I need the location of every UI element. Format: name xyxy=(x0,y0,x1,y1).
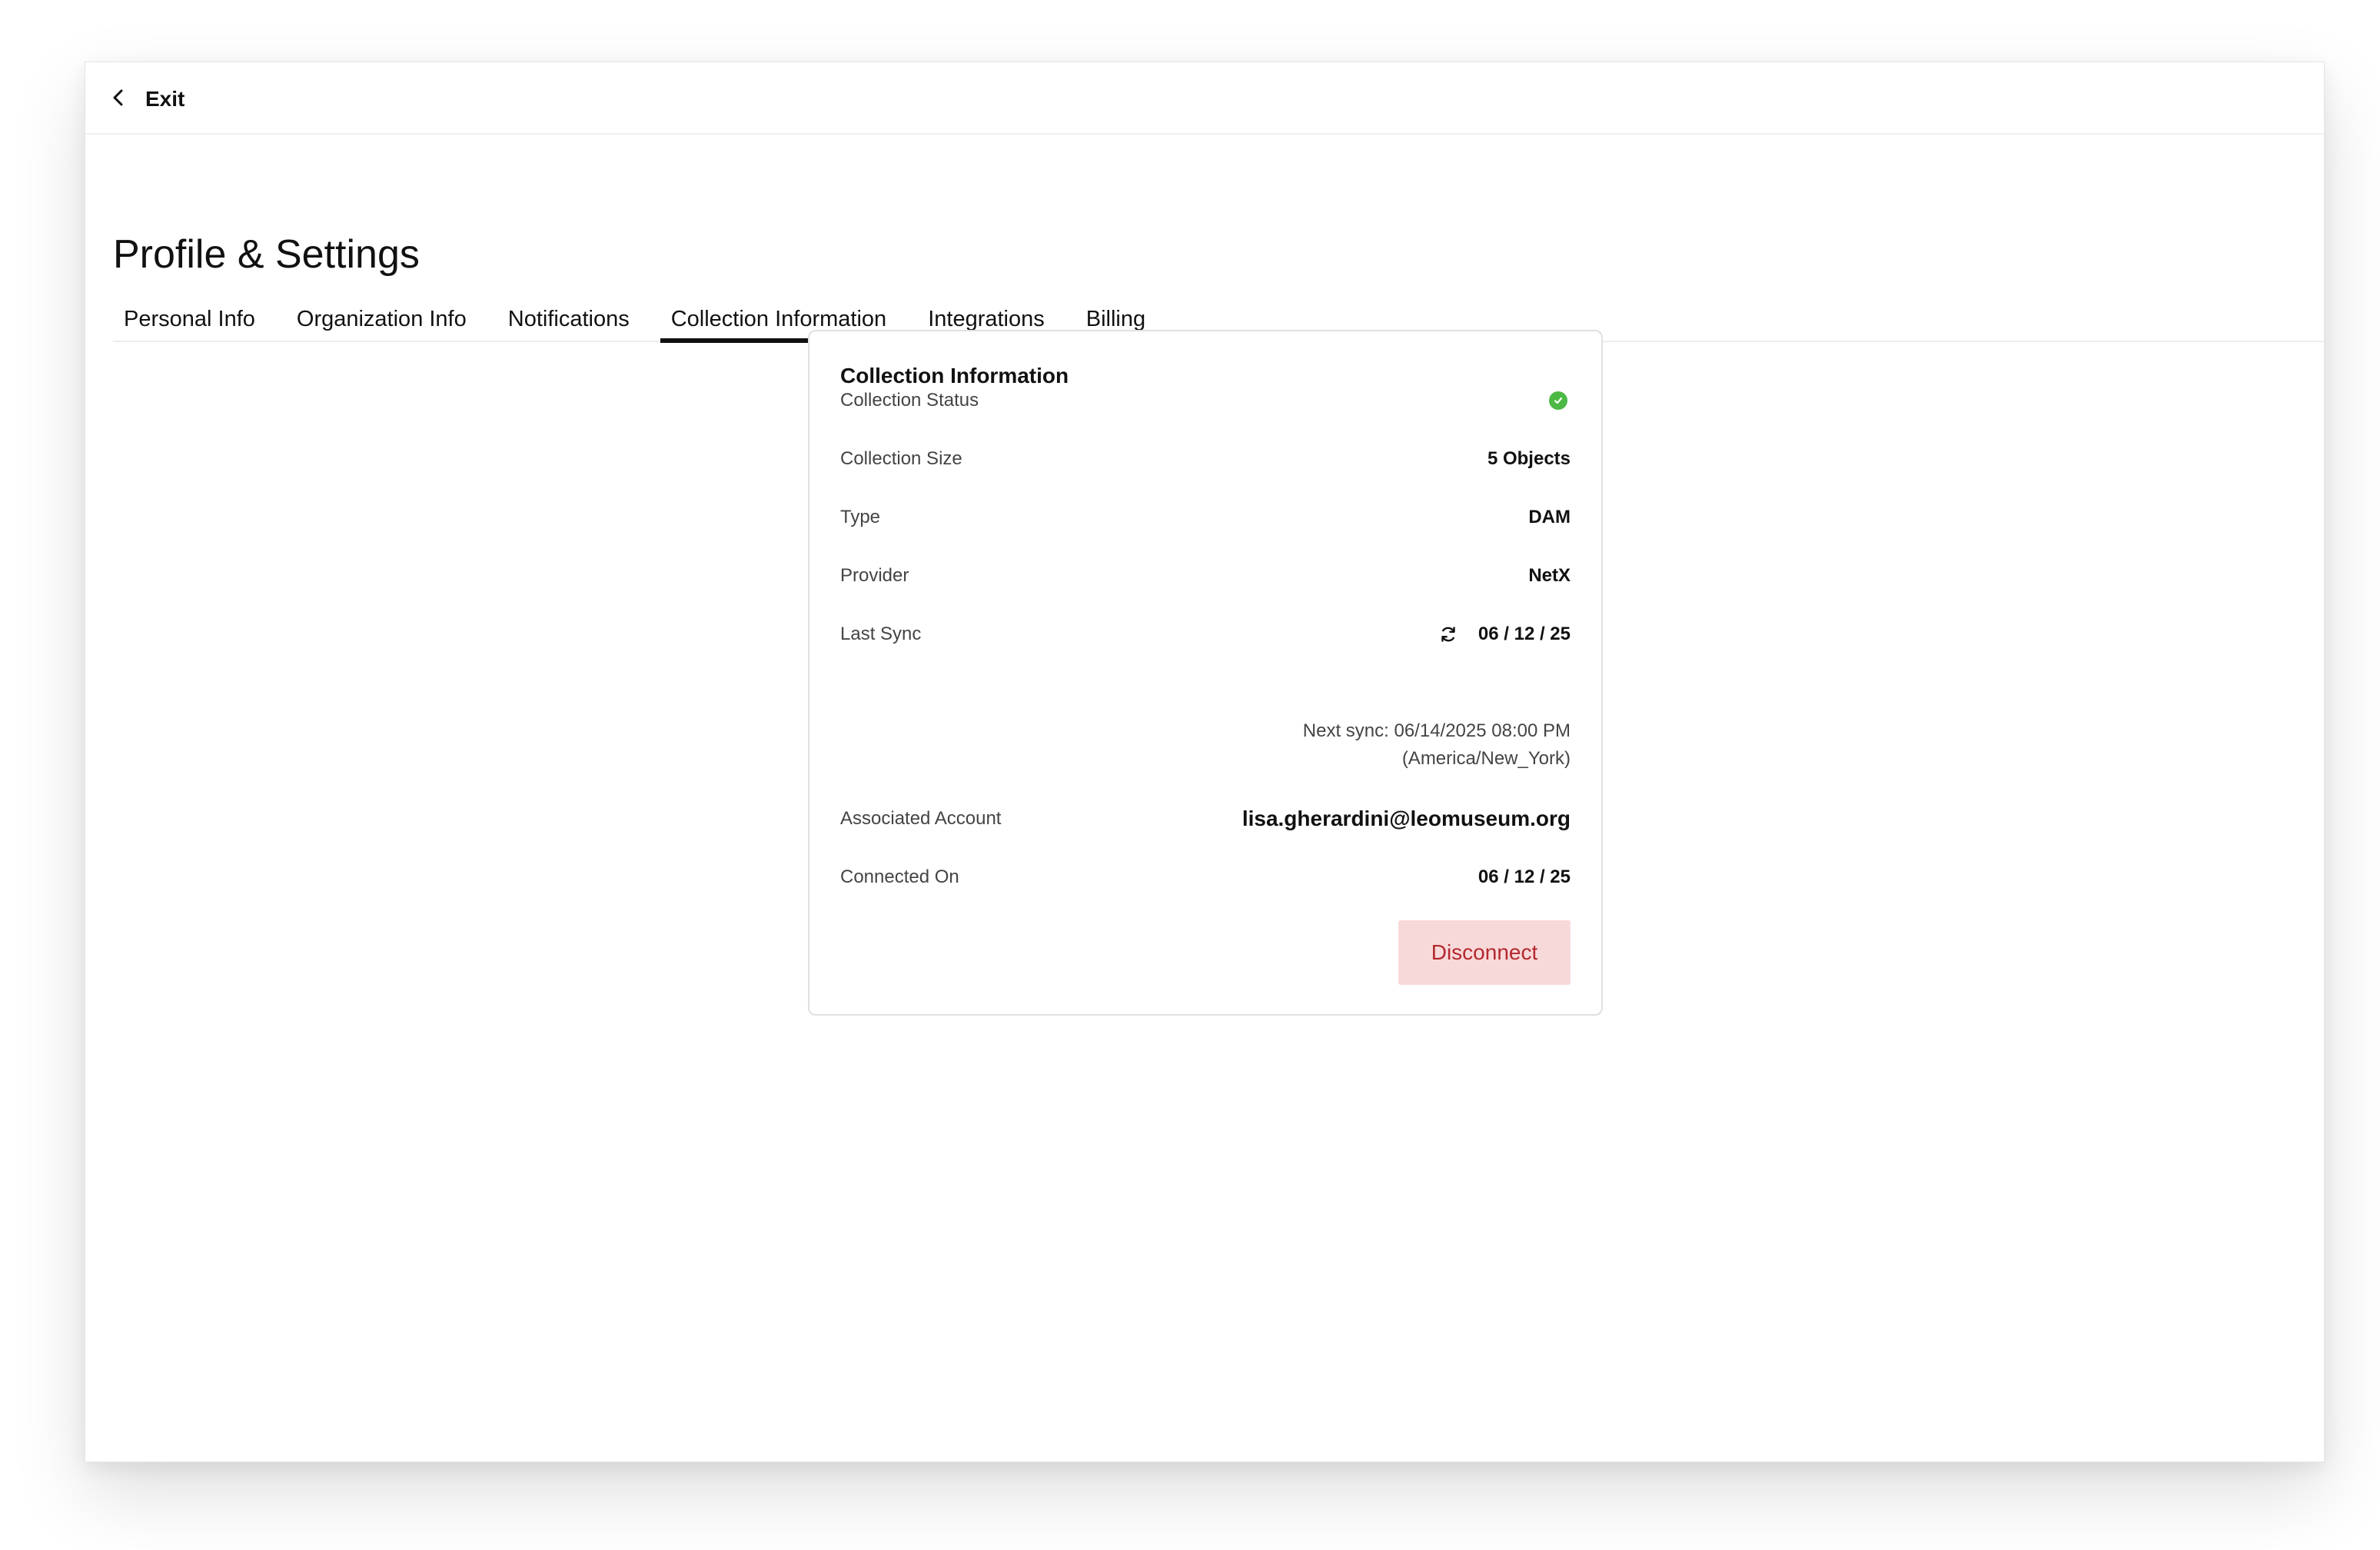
collection-size-value: 5 Objects xyxy=(1487,448,1571,469)
type-value: DAM xyxy=(1528,507,1571,527)
associated-account-label: Associated Account xyxy=(840,808,1002,829)
type-row: Type DAM xyxy=(840,502,1571,533)
provider-label: Provider xyxy=(840,565,909,586)
last-sync-value-group: 06 / 12 / 25 xyxy=(1438,624,1571,645)
tab-organization-info[interactable]: Organization Info xyxy=(286,304,477,341)
next-sync-info: Next sync: 06/14/2025 08:00 PM (America/… xyxy=(1109,717,1571,773)
type-label: Type xyxy=(840,507,881,527)
collection-information-card: Collection Information Collection Status… xyxy=(808,330,1603,1016)
last-sync-row: Last Sync 06 / 12 / 25 xyxy=(840,619,1571,650)
page-title: Profile & Settings xyxy=(113,232,420,277)
connected-on-label: Connected On xyxy=(840,866,959,887)
connected-on-value: 06 / 12 / 25 xyxy=(1478,866,1571,887)
top-bar: Exit xyxy=(85,62,2324,135)
collection-status-label: Collection Status xyxy=(840,390,979,411)
associated-account-row: Associated Account lisa.gherardini@leomu… xyxy=(840,803,1571,834)
tab-notifications[interactable]: Notifications xyxy=(497,304,640,341)
associated-account-value: lisa.gherardini@leomuseum.org xyxy=(1242,807,1571,830)
provider-value: NetX xyxy=(1528,565,1571,586)
exit-label: Exit xyxy=(145,87,185,111)
check-circle-icon xyxy=(1549,391,1567,410)
next-sync-time: Next sync: 06/14/2025 08:00 PM xyxy=(1302,720,1571,741)
settings-window: Exit Profile & Settings Personal Info Or… xyxy=(85,62,2325,1462)
tab-personal-info[interactable]: Personal Info xyxy=(113,304,266,341)
provider-row: Provider NetX xyxy=(840,560,1571,591)
collection-size-label: Collection Size xyxy=(840,448,962,469)
connected-on-row: Connected On 06 / 12 / 25 xyxy=(840,862,1571,893)
collection-size-row: Collection Size 5 Objects xyxy=(840,444,1571,474)
chevron-left-icon xyxy=(110,87,127,112)
refresh-icon[interactable] xyxy=(1438,624,1458,644)
page-background: Exit Profile & Settings Personal Info Or… xyxy=(0,0,2380,1550)
next-sync-timezone: (America/New_York) xyxy=(1401,748,1571,769)
collection-status-row: Collection Status xyxy=(840,385,1571,416)
last-sync-value: 06 / 12 / 25 xyxy=(1478,624,1571,644)
exit-button[interactable]: Exit xyxy=(110,82,184,116)
last-sync-label: Last Sync xyxy=(840,624,922,644)
disconnect-button[interactable]: Disconnect xyxy=(1398,920,1571,985)
